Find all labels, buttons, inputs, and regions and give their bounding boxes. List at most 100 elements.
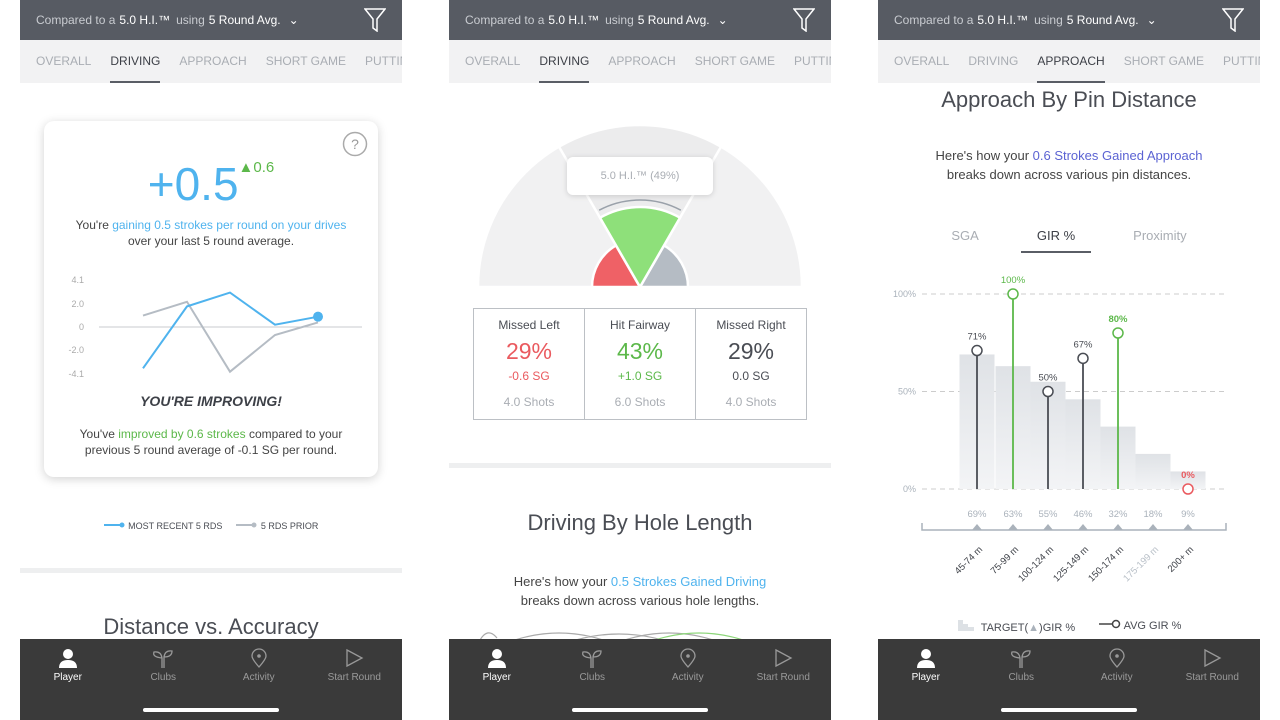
trend-line-chart: 4.1 2.0 0 -2.0 -4.1 xyxy=(68,275,362,379)
tab-short-game[interactable]: SHORT GAME xyxy=(266,40,346,83)
target-label: 18% xyxy=(1143,509,1163,520)
stat-missed-left: Missed Left 29% -0.6 SG 4.0 Shots xyxy=(474,309,584,419)
stat-sg: +1.0 SG xyxy=(617,369,663,383)
average-select[interactable]: 5 Round Avg. xyxy=(209,13,281,27)
subtab-proximity[interactable]: Proximity xyxy=(1117,228,1202,253)
tab-putting[interactable]: PUTTING xyxy=(365,40,402,83)
improvement-text: You've improved by 0.6 strokes compared … xyxy=(44,426,378,458)
stat-missed-right: Missed Right 29% 0.0 SG 4.0 Shots xyxy=(695,309,806,419)
nav-start-round[interactable]: Start Round xyxy=(1165,639,1261,720)
stat-hit-fairway: Hit Fairway 43% +1.0 SG 6.0 Shots xyxy=(584,309,695,419)
compared-prefix: Compared to a xyxy=(465,13,545,27)
handicap-value[interactable]: 5.0 H.I.™ xyxy=(977,13,1028,27)
svg-text:?: ? xyxy=(351,136,359,152)
subtab-sga[interactable]: SGA xyxy=(935,228,994,253)
tab-putting[interactable]: PUTTING xyxy=(1223,40,1260,83)
tab-approach[interactable]: APPROACH xyxy=(1037,40,1106,83)
target-bar xyxy=(1135,453,1171,489)
help-icon[interactable]: ? xyxy=(342,131,368,157)
nav-player[interactable]: Player xyxy=(20,639,116,720)
average-select[interactable]: 5 Round Avg. xyxy=(1067,13,1139,27)
comparison-header[interactable]: Compared to a 5.0 H.I.™ using 5 Round Avg. ⌄ xyxy=(20,0,402,40)
nav-player[interactable]: Player xyxy=(878,639,974,720)
comparison-header[interactable]: Compared to a 5.0 H.I.™ using 5 Round Avg. ⌄ xyxy=(449,0,831,40)
target-triangle-icon xyxy=(1183,524,1193,530)
legend-recent: MOST RECENT 5 RDS xyxy=(103,521,222,531)
target-triangle-icon xyxy=(1113,524,1123,530)
section-title: Driving By Hole Length xyxy=(527,510,753,535)
nav-label: Start Round xyxy=(756,672,810,683)
tab-approach[interactable]: APPROACH xyxy=(608,40,675,83)
summary-text: You're gaining 0.5 strokes per round on … xyxy=(44,217,378,249)
average-select[interactable]: 5 Round Avg. xyxy=(638,13,710,27)
avg-point xyxy=(1112,327,1124,339)
chevron-down-icon[interactable]: ⌄ xyxy=(1147,13,1157,27)
target-label: 63% xyxy=(1003,509,1023,520)
avg-point xyxy=(1182,483,1194,495)
triangle-icon: ▲ xyxy=(1028,622,1040,634)
tab-short-game[interactable]: SHORT GAME xyxy=(695,40,775,83)
handicap-value[interactable]: 5.0 H.I.™ xyxy=(119,13,170,27)
y-tick-label: 2.0 xyxy=(71,299,84,309)
improvement-highlight: improved by 0.6 strokes xyxy=(118,427,246,441)
series-line xyxy=(142,300,319,374)
legend-target: TARGET(▲)GIR % xyxy=(957,619,1075,634)
chevron-down-icon[interactable]: ⌄ xyxy=(289,13,299,27)
tab-overall[interactable]: OVERALL xyxy=(465,40,520,83)
tab-putting[interactable]: PUTTING xyxy=(794,40,831,83)
tab-driving[interactable]: DRIVING xyxy=(110,40,161,83)
tab-short-game[interactable]: SHORT GAME xyxy=(1124,40,1204,83)
legend-target-swatch xyxy=(957,620,974,631)
subtab-gir[interactable]: GIR % xyxy=(1020,228,1092,253)
nav-label: Activity xyxy=(671,672,704,683)
play-icon xyxy=(775,648,793,668)
target-axis xyxy=(921,523,1227,531)
play-icon xyxy=(1204,648,1222,668)
avg-point xyxy=(1042,385,1054,398)
chevron-down-icon[interactable]: ⌄ xyxy=(718,13,728,27)
panel-driving-accuracy: Compared to a 5.0 H.I.™ using 5 Round Avg. ⌄… xyxy=(449,0,831,720)
nav-player[interactable]: Player xyxy=(449,639,545,720)
section-divider xyxy=(449,463,831,468)
stat-percent: 29% xyxy=(505,338,553,364)
avg-label: 80% xyxy=(1108,314,1128,325)
fairway-gauge xyxy=(476,123,804,290)
handicap-value[interactable]: 5.0 H.I.™ xyxy=(548,13,599,27)
nav-start-round[interactable]: Start Round xyxy=(307,639,403,720)
avg-point xyxy=(1007,288,1019,300)
nav-start-round[interactable]: Start Round xyxy=(736,639,832,720)
section-description: Here's how your 0.5 Strokes Gained Drivi… xyxy=(449,572,831,610)
person-icon xyxy=(916,649,935,668)
filter-icon[interactable] xyxy=(793,8,815,32)
stat-percent: 43% xyxy=(616,338,664,364)
stat-sg: 0.0 SG xyxy=(732,369,770,383)
delta-value: 0.6 xyxy=(253,159,275,176)
tab-overall[interactable]: OVERALL xyxy=(894,40,949,83)
nav-label: Clubs xyxy=(1008,672,1035,683)
target-triangle-icon xyxy=(1043,524,1053,530)
y-tick-label: 50% xyxy=(898,387,916,397)
nav-label: Clubs xyxy=(150,672,177,683)
tab-driving[interactable]: DRIVING xyxy=(539,40,590,83)
summary-prefix: You're xyxy=(75,218,113,232)
target-triangle-icon xyxy=(1078,524,1088,530)
person-icon xyxy=(58,649,77,668)
filter-icon[interactable] xyxy=(364,8,386,32)
nav-label: Activity xyxy=(242,672,275,683)
y-tick-label: 0 xyxy=(79,322,84,332)
legend-recent-swatch xyxy=(103,522,125,528)
tab-driving[interactable]: DRIVING xyxy=(968,40,1018,83)
desc-prefix: Here's how your xyxy=(513,574,611,589)
strokes-gained-value: +0.5 xyxy=(147,158,239,210)
category-tabs: OVERALL DRIVING APPROACH SHORT GAME PUTTING xyxy=(20,40,402,83)
tab-overall[interactable]: OVERALL xyxy=(36,40,91,83)
comparison-header[interactable]: Compared to a 5.0 H.I.™ using 5 Round Avg. ⌄ xyxy=(878,0,1260,40)
clubs-icon xyxy=(582,650,602,668)
filter-icon[interactable] xyxy=(1222,8,1244,32)
improving-label: YOU'RE IMPROVING! xyxy=(140,393,282,409)
avg-label: 50% xyxy=(1038,373,1058,384)
x-tick-label: 150-174 m xyxy=(1086,544,1126,584)
tab-approach[interactable]: APPROACH xyxy=(179,40,246,83)
legend-prior: 5 RDS PRIOR xyxy=(236,521,318,531)
avg-label: 100% xyxy=(1001,275,1026,286)
